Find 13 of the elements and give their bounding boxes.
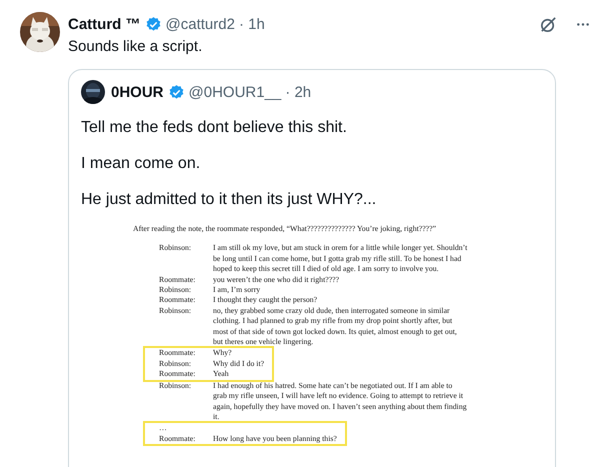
more-icon[interactable] [576,22,590,26]
quoted-post-text: He just admitted to it then its just WHY?... [81,190,378,210]
slashed-circle-icon[interactable] [539,14,558,34]
post-time[interactable]: · 1h [238,16,265,32]
quoted-post-card[interactable] [68,69,556,467]
author-name[interactable]: 0HOUR [111,84,164,100]
post-time[interactable]: · 2h [285,84,312,100]
author-handle[interactable]: @0HOUR1__ [188,84,282,100]
quoted-post-text: Tell me the feds dont believe this shit. [81,118,348,138]
author-handle[interactable]: @catturd2 [166,16,235,32]
author-name[interactable]: Catturd ™ [68,16,140,32]
post-text: Sounds like a script. [68,37,204,57]
quoted-post-text: I mean come on. [81,154,202,174]
